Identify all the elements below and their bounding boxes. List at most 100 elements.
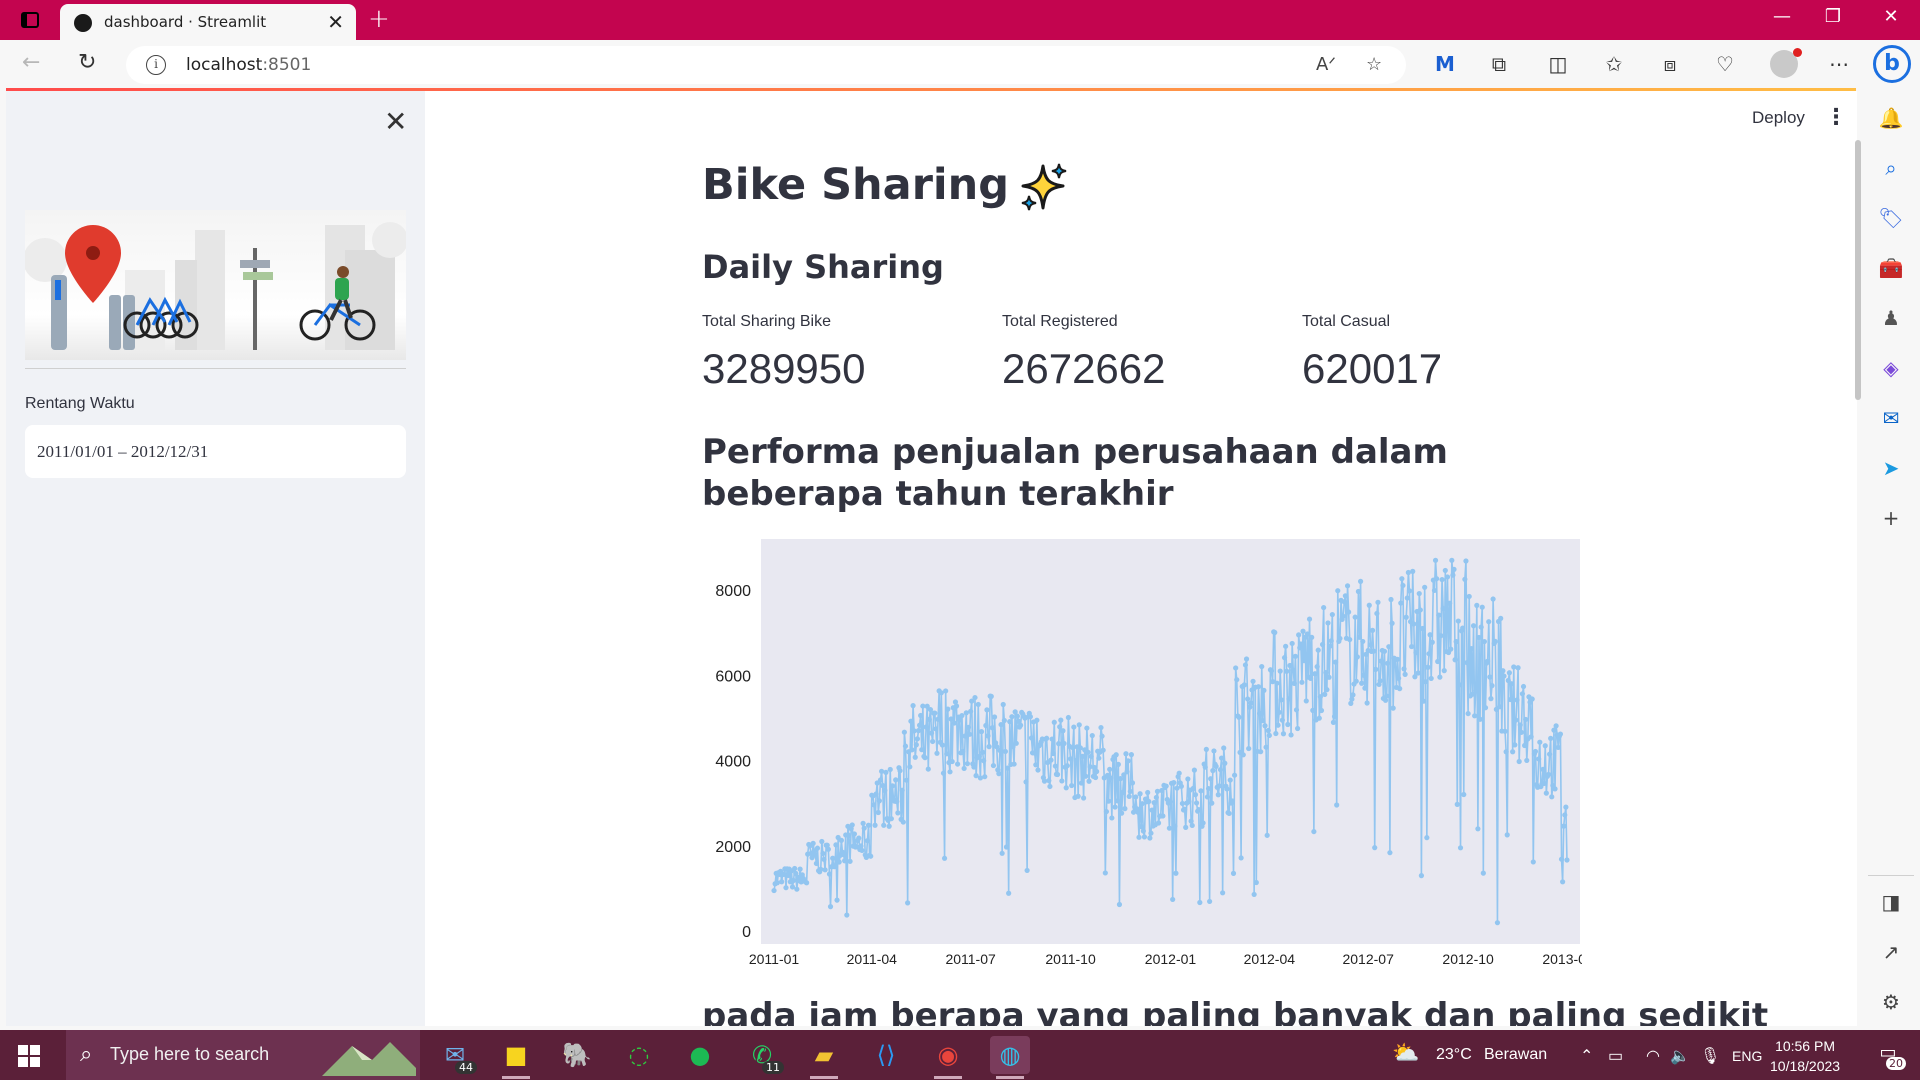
weather-temp: 23°C	[1436, 1046, 1472, 1063]
bell-icon[interactable]: 🔔	[1876, 103, 1906, 133]
external-link-icon[interactable]: ↗	[1876, 937, 1906, 967]
date-range-input[interactable]: 2011/01/01 – 2012/12/31	[25, 425, 406, 478]
shopping-tag-icon[interactable]: 🏷	[1876, 203, 1906, 233]
data-point	[1486, 619, 1492, 625]
data-point	[1542, 743, 1548, 749]
read-aloud-icon[interactable]: Aᐟ	[1316, 54, 1336, 75]
drop-send-icon[interactable]: ➤	[1876, 453, 1906, 483]
data-point	[1258, 749, 1264, 755]
taskbar-search-input[interactable]: ⌕ Type here to search	[66, 1030, 420, 1080]
data-point	[1532, 748, 1539, 755]
taskbar-vscode-app[interactable]: ⟨⟩	[866, 1036, 906, 1074]
data-point	[886, 823, 892, 829]
data-point	[1528, 734, 1534, 740]
data-point	[1519, 691, 1526, 697]
data-point	[1261, 687, 1267, 693]
split-screen-icon[interactable]: ◫	[1543, 52, 1573, 76]
data-point	[1123, 751, 1129, 757]
weather-cloud-icon[interactable]: ⛅	[1392, 1040, 1419, 1066]
close-tab-icon[interactable]: ✕	[327, 10, 344, 34]
data-point	[1141, 834, 1148, 840]
more-menu-icon[interactable]: ⋯	[1824, 52, 1854, 76]
taskbar-file-explorer-app[interactable]: ▰	[804, 1036, 844, 1079]
bike-illustration-icon	[25, 222, 406, 350]
browser-tab-dashboard[interactable]: dashboard · Streamlit ✕	[60, 4, 356, 40]
taskbar-edge-app[interactable]: ◍	[990, 1036, 1030, 1079]
data-point	[1049, 736, 1055, 742]
y-tick-label: 0	[742, 924, 751, 941]
data-point	[1371, 648, 1377, 654]
data-point	[1460, 625, 1466, 631]
extension-m-icon[interactable]: M	[1430, 52, 1460, 76]
tab-title: dashboard · Streamlit	[104, 13, 267, 31]
profile-avatar[interactable]	[1770, 48, 1802, 78]
data-point	[1071, 724, 1077, 730]
data-point	[922, 755, 928, 761]
minimize-icon[interactable]: —	[1762, 6, 1802, 27]
volume-icon[interactable]: 🔈	[1670, 1046, 1690, 1066]
weather-text: Berawan	[1484, 1046, 1548, 1063]
data-point	[932, 710, 938, 716]
back-arrow-icon[interactable]: ←	[22, 50, 40, 75]
data-point	[1520, 683, 1527, 690]
data-point	[875, 809, 881, 816]
tab-actions-icon[interactable]	[20, 10, 40, 30]
favorites-icon[interactable]: ✩	[1599, 52, 1629, 76]
new-tab-icon[interactable]: +	[368, 4, 390, 34]
data-point	[991, 714, 998, 720]
taskbar-chrome-app[interactable]: ◉	[928, 1036, 968, 1079]
url-field[interactable]: i localhost:8501 Aᐟ ☆	[126, 46, 1406, 84]
system-clock[interactable]: 10:56 PM 10/18/2023	[1770, 1036, 1840, 1076]
data-point	[1435, 658, 1441, 665]
language-indicator[interactable]: ENG	[1732, 1048, 1762, 1064]
wifi-icon[interactable]: ◠	[1646, 1046, 1660, 1066]
microsoft-365-icon[interactable]: ◈	[1876, 353, 1906, 383]
main-menu-icon[interactable]: ⋮	[1825, 105, 1847, 130]
close-sidebar-icon[interactable]: ✕	[384, 105, 407, 138]
site-info-icon[interactable]: i	[146, 55, 166, 75]
address-bar: ← ↻ i localhost:8501 Aᐟ ☆	[0, 40, 1920, 90]
taskbar-whatsapp-app[interactable]: ✆ 11	[742, 1036, 784, 1074]
data-point	[1220, 890, 1226, 896]
taskbar-spotify-app[interactable]: ●	[680, 1036, 720, 1074]
close-window-icon[interactable]: ✕	[1871, 6, 1911, 27]
data-point	[1286, 696, 1292, 702]
microphone-icon[interactable]: 🎙	[1700, 1046, 1720, 1066]
games-icon[interactable]: ♟	[1876, 303, 1906, 333]
settings-gear-icon[interactable]: ⚙	[1876, 987, 1906, 1017]
search-icon[interactable]: ⌕	[1876, 153, 1906, 183]
copilot-b-icon[interactable]: b	[1873, 45, 1911, 83]
refresh-icon[interactable]: ↻	[78, 50, 96, 75]
taskbar-mail-app[interactable]: ✉ 44	[435, 1036, 477, 1074]
battery-icon[interactable]: ▭	[1608, 1046, 1623, 1066]
data-point	[1084, 725, 1090, 731]
tools-briefcase-icon[interactable]: 🧰	[1876, 253, 1906, 283]
add-rail-item-icon[interactable]: +	[1876, 503, 1906, 533]
taskbar-pgadmin-app[interactable]: 🐘	[557, 1036, 597, 1074]
extensions-puzzle-icon[interactable]: ⧉	[1484, 52, 1514, 76]
data-point	[981, 758, 987, 764]
data-point	[1341, 599, 1347, 605]
data-point	[1003, 844, 1010, 850]
outlook-icon[interactable]: ✉	[1876, 403, 1906, 433]
data-point	[899, 787, 905, 793]
page-scrollbar[interactable]	[1855, 140, 1861, 400]
windows-start-icon[interactable]	[18, 1045, 40, 1067]
data-point	[1515, 665, 1521, 671]
browser-essentials-icon[interactable]: ♡	[1710, 52, 1740, 76]
favorite-star-icon[interactable]: ☆	[1366, 54, 1382, 75]
notification-center-icon[interactable]: ▭ 20	[1874, 1042, 1906, 1070]
data-point	[1477, 716, 1483, 722]
data-point	[1388, 596, 1394, 603]
data-point	[999, 850, 1005, 856]
restore-icon[interactable]: ❐	[1813, 6, 1853, 27]
tray-chevron-icon[interactable]: ⌃	[1580, 1046, 1593, 1066]
data-point	[1478, 624, 1484, 630]
taskbar-sticky-notes-app[interactable]: ■	[496, 1036, 536, 1079]
collections-icon[interactable]: ⧈	[1655, 52, 1685, 76]
taskbar-loading-app[interactable]: ◌	[619, 1036, 659, 1074]
data-point	[792, 865, 798, 872]
sidebar-panel-icon[interactable]: ◨	[1876, 887, 1906, 917]
data-point	[1497, 704, 1503, 710]
deploy-button[interactable]: Deploy	[1752, 108, 1805, 128]
